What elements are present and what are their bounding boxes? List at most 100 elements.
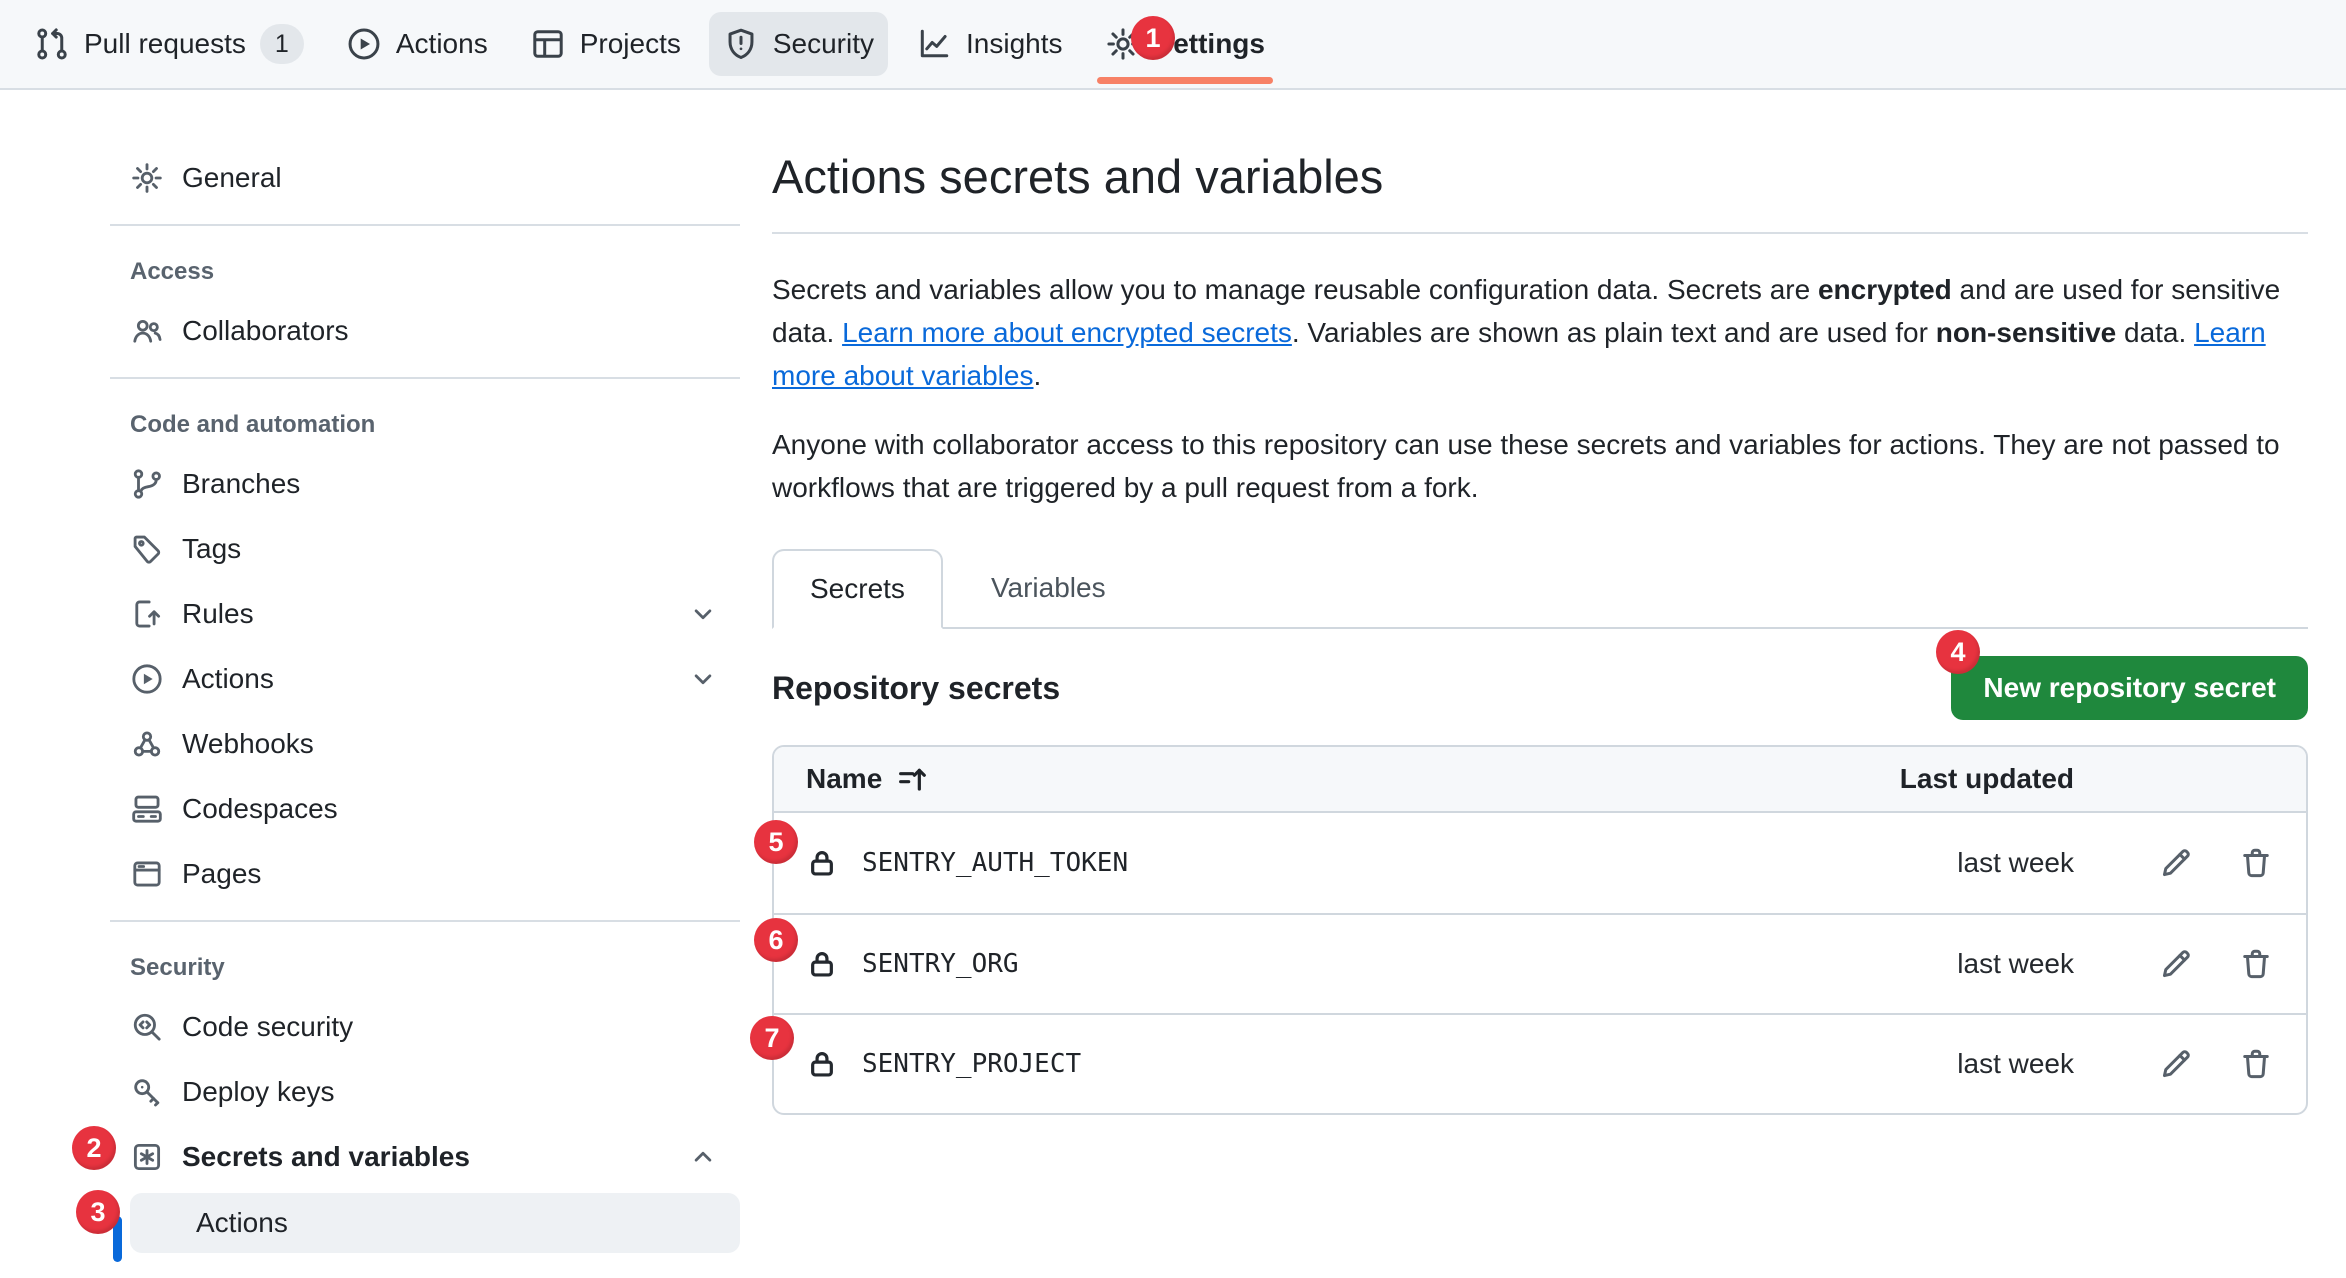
secret-last-updated: last week [1874, 948, 2074, 980]
shield-icon [723, 26, 759, 62]
delete-secret-button[interactable] [2238, 845, 2274, 881]
annotation-badge-1: 1 [1131, 16, 1175, 60]
repository-secrets-heading: Repository secrets [772, 670, 1060, 707]
sidebar-item-label: Actions [182, 663, 274, 695]
sidebar-item-secrets-and-variables[interactable]: Secrets and variables [110, 1127, 740, 1187]
text-segment: . Variables are shown as plain text and … [1292, 317, 1936, 348]
delete-secret-button[interactable] [2238, 946, 2274, 982]
asterisk-box-icon [130, 1140, 164, 1174]
secret-name: SENTRY_ORG [862, 949, 1019, 979]
sidebar-item-webhooks[interactable]: Webhooks [110, 714, 740, 774]
sidebar-item-label: Branches [182, 468, 300, 500]
secret-row: SENTRY_PROJECT last week [774, 1013, 2306, 1113]
settings-active-underline [1097, 77, 1273, 84]
nav-tab-label: Pull requests [84, 28, 246, 60]
last-updated-column-header: Last updated [1874, 763, 2074, 795]
secrets-variables-tabs: Secrets Variables [772, 551, 2308, 629]
annotation-badge-5: 5 [754, 820, 798, 864]
delete-secret-button[interactable] [2238, 1046, 2274, 1082]
text-emphasis-encrypted: encrypted [1818, 274, 1952, 305]
secret-row: SENTRY_AUTH_TOKEN last week [774, 813, 2306, 913]
nav-tab-insights[interactable]: Insights [902, 12, 1077, 76]
sidebar-item-codespaces[interactable]: Codespaces [110, 779, 740, 839]
annotation-badge-6: 6 [754, 918, 798, 962]
new-repository-secret-button[interactable]: New repository secret [1951, 656, 2308, 720]
secret-row-actions [2094, 946, 2274, 982]
pull-requests-count-badge: 1 [260, 24, 304, 64]
name-column-sort[interactable]: Name [806, 763, 928, 795]
sidebar-group-security: Security [110, 944, 740, 992]
people-icon [130, 314, 164, 348]
nav-tab-label: Security [773, 28, 874, 60]
repository-secrets-header-row: Repository secrets New repository secret [772, 655, 2308, 721]
name-column-header: Name [806, 763, 882, 795]
nav-tab-settings[interactable]: Settings [1091, 12, 1279, 76]
sidebar-item-pages[interactable]: Pages [110, 844, 740, 904]
sidebar-item-label: General [182, 162, 282, 194]
secret-last-updated: last week [1874, 1048, 2074, 1080]
text-emphasis-non-sensitive: non-sensitive [1936, 317, 2116, 348]
sidebar-item-branches[interactable]: Branches [110, 454, 740, 514]
git-pull-request-icon [34, 26, 70, 62]
sidebar-item-deploy-keys[interactable]: Deploy keys [110, 1062, 740, 1122]
secrets-table-header: Name Last updated [774, 747, 2306, 813]
codespaces-icon [130, 792, 164, 826]
nav-tab-pull-requests[interactable]: Pull requests 1 [20, 12, 318, 76]
annotation-badge-4: 4 [1936, 630, 1980, 674]
lock-icon [806, 1047, 838, 1081]
secret-last-updated: last week [1874, 847, 2074, 879]
webhook-icon [130, 727, 164, 761]
nav-tab-label: Insights [966, 28, 1063, 60]
key-icon [130, 1075, 164, 1109]
link-encrypted-secrets[interactable]: Learn more about encrypted secrets [842, 317, 1292, 348]
sidebar-group-code-and-automation: Code and automation [110, 401, 740, 449]
annotation-badge-3: 3 [76, 1190, 120, 1234]
annotation-badge-7: 7 [750, 1016, 794, 1060]
edit-secret-button[interactable] [2158, 845, 2194, 881]
sidebar-item-label: Webhooks [182, 728, 314, 760]
sidebar-item-collaborators[interactable]: Collaborators [110, 301, 740, 361]
page-title: Actions secrets and variables [772, 146, 2308, 208]
nav-tab-actions[interactable]: Actions [332, 12, 502, 76]
secret-row: SENTRY_ORG last week [774, 913, 2306, 1013]
lock-icon [806, 947, 838, 981]
sidebar-item-label: Tags [182, 533, 241, 565]
sidebar-item-label: Code security [182, 1011, 353, 1043]
nav-tab-projects[interactable]: Projects [516, 12, 695, 76]
tab-secrets[interactable]: Secrets [772, 549, 943, 629]
sidebar-item-label: Rules [182, 598, 254, 630]
nav-tab-label: Actions [396, 28, 488, 60]
play-circle-icon [130, 662, 164, 696]
settings-sidebar: General Access Collaborators Code and au… [110, 130, 740, 1253]
sidebar-item-label: Collaborators [182, 315, 349, 347]
gear-icon [130, 161, 164, 195]
main-content: Actions secrets and variables Secrets an… [772, 130, 2308, 1115]
sidebar-subitem-actions-selected[interactable]: Actions [130, 1193, 740, 1253]
sidebar-divider [110, 377, 740, 379]
edit-secret-button[interactable] [2158, 1046, 2194, 1082]
sidebar-item-general[interactable]: General [110, 148, 740, 208]
tag-icon [130, 532, 164, 566]
sidebar-item-code-security[interactable]: Code security [110, 997, 740, 1057]
chevron-up-icon [688, 1142, 718, 1172]
secrets-description: Secrets and variables allow you to manag… [772, 268, 2304, 397]
code-scan-icon [130, 1010, 164, 1044]
git-branch-icon [130, 467, 164, 501]
text-segment: . [1033, 360, 1041, 391]
table-icon [530, 26, 566, 62]
sidebar-item-tags[interactable]: Tags [110, 519, 740, 579]
edit-secret-button[interactable] [2158, 946, 2194, 982]
chevron-down-icon [688, 599, 718, 629]
play-circle-icon [346, 26, 382, 62]
sidebar-item-rules[interactable]: Rules [110, 584, 740, 644]
annotation-badge-2: 2 [72, 1126, 116, 1170]
sidebar-item-actions[interactable]: Actions [110, 649, 740, 709]
nav-tab-security[interactable]: Security [709, 12, 888, 76]
sidebar-item-label: Actions [196, 1207, 288, 1239]
title-divider [772, 232, 2308, 234]
tab-variables[interactable]: Variables [955, 549, 1142, 627]
sidebar-item-label: Pages [182, 858, 261, 890]
sidebar-divider [110, 920, 740, 922]
graph-icon [916, 26, 952, 62]
sidebar-item-label: Deploy keys [182, 1076, 335, 1108]
